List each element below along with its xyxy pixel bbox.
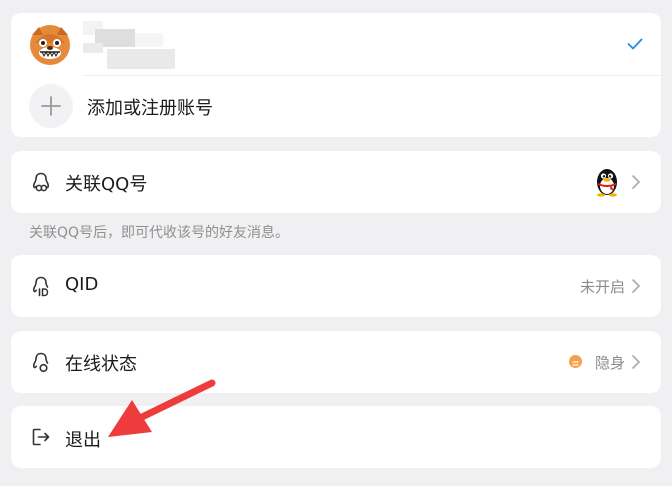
annotation-arrow	[108, 379, 216, 437]
